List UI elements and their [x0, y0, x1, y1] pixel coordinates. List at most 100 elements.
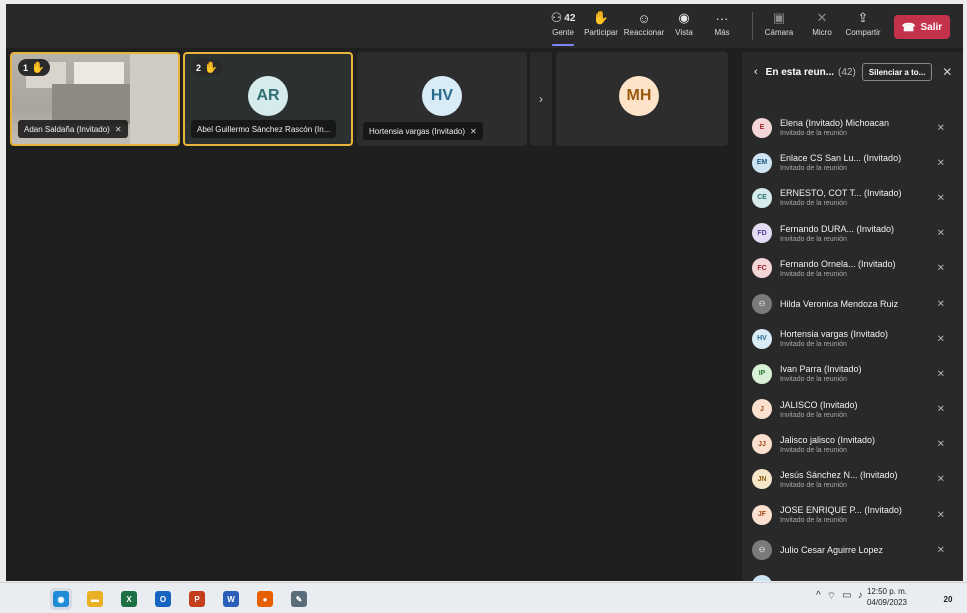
avatar: JF	[752, 504, 772, 525]
meeting-toolbar: ⚇ 42 Gente ✋ Participar ☺ Reaccionar ◉ Vi…	[6, 4, 963, 48]
mic-off-icon: ⨯	[936, 438, 945, 450]
more-participants-chevron[interactable]: ›	[530, 52, 552, 146]
taskbar-app-edge[interactable]: ◉	[50, 588, 72, 610]
taskbar-app-firefox[interactable]: ●	[254, 588, 276, 610]
leave-button[interactable]: ☎ Salir	[894, 15, 950, 39]
close-icon[interactable]: ✕	[942, 65, 952, 79]
view-button[interactable]: ◉ Vista	[672, 8, 696, 46]
participant-role: Invitado de la reunión	[780, 270, 847, 278]
participant-role: Invitado de la reunión	[780, 130, 847, 138]
participant-name: Elena (Invitado) Michoacan	[780, 118, 890, 129]
camera-button[interactable]: ▣ Cámara	[764, 8, 794, 46]
participant-role: Invitado de la reunión	[780, 411, 847, 419]
participant-name: Jesús Sánchez N... (Invitado)	[780, 469, 898, 480]
participant-role: Invitado de la reunión	[780, 341, 847, 349]
avatar: JJ	[752, 434, 772, 455]
participant-row[interactable]: CE ERNESTO, COT T... (Invitado) Invitado d…	[742, 180, 963, 215]
word-icon: W	[223, 591, 239, 607]
mic-off-icon: ⨯	[936, 262, 945, 274]
clock-date: 04/09/2023	[866, 598, 908, 607]
participant-name: Fernando Ornela... (Invitado)	[780, 258, 896, 269]
participant-row[interactable]: LC Lic. Fabiola carre... (Invitado) ⨯	[742, 567, 963, 581]
people-icon: ⚇	[550, 10, 563, 25]
camera-label: Cámara	[764, 28, 794, 37]
participant-role: Invitado de la reunión	[780, 200, 847, 208]
mic-off-icon: ⨯	[936, 403, 945, 415]
outlook-icon: O	[155, 591, 171, 607]
participant-info: JOSE ENRIQUE P... (Invitado) Invitado de …	[780, 505, 930, 524]
wifi-icon[interactable]: ⌔	[827, 590, 836, 603]
participant-row[interactable]: HV Hortensia vargas (Invitado) Invitado de…	[742, 321, 963, 356]
leave-label: Salir	[920, 21, 943, 33]
share-label: Compartir	[845, 28, 881, 37]
clock[interactable]: 12:50 p. m. 04/09/2023	[856, 586, 918, 608]
excel-icon: X	[121, 591, 137, 607]
avatar: IP	[752, 363, 772, 384]
participant-info: Julio Cesar Aguirre Lopez	[780, 545, 930, 555]
taskbar-app-word[interactable]: W	[220, 588, 242, 610]
mic-off-icon: ⨯	[936, 192, 945, 204]
taskbar-app-excel[interactable]: X	[118, 588, 140, 610]
participant-role: Invitado de la reunión	[780, 446, 847, 454]
participant-row[interactable]: IP Ivan Parra (Invitado) Invitado de la re…	[742, 356, 963, 391]
participant-row[interactable]: JJ Jalisco jalisco (Invitado) Invitado de …	[742, 427, 963, 462]
participant-info: Hilda Veronica Mendoza Ruiz	[780, 299, 930, 309]
share-button[interactable]: ⇪ Compartir	[844, 8, 882, 46]
view-icon: ◉	[678, 10, 690, 25]
participant-name: Jalisco jalisco (Invitado)	[780, 434, 876, 445]
taskbar-app-paint[interactable]: ✎	[288, 588, 310, 610]
participant-role: Invitado de la reunión	[780, 376, 847, 384]
participant-tile-3[interactable]: HV Hortensia vargas (Invitado) ✕	[357, 52, 527, 146]
participant-row[interactable]: FC Fernando Ornela... (Invitado) Invitado …	[742, 251, 963, 286]
mic-off-icon: ⨯	[936, 368, 945, 380]
react-button[interactable]: ☺ Reaccionar	[622, 8, 666, 46]
more-button[interactable]: ··· Más	[712, 8, 732, 46]
participant-tile-4[interactable]: MH	[556, 52, 728, 146]
taskbar-app-powerpoint[interactable]: P	[186, 588, 208, 610]
participant-tile-2[interactable]: 2 ✋ AR Abel Guillermo Sánchez Rascón (In.…	[183, 52, 353, 146]
raise-hand-icon: ✋	[204, 62, 218, 74]
toolbar-divider	[752, 12, 753, 40]
avatar: CE	[752, 187, 772, 208]
chevron-up-icon[interactable]: ^	[816, 590, 821, 603]
participant-name: Enlace CS San Lu... (Invitado)	[780, 153, 902, 164]
participant-role: Invitado de la reunión	[780, 481, 847, 489]
participant-row[interactable]: ⚇ Julio Cesar Aguirre Lopez ⨯	[742, 532, 963, 567]
participant-row[interactable]: ⚇ Hilda Veronica Mendoza Ruiz ⨯	[742, 286, 963, 321]
mic-off-icon: ⨯	[936, 544, 945, 556]
participant-row[interactable]: JF JOSE ENRIQUE P... (Invitado) Invitado d…	[742, 497, 963, 532]
chevron-right-icon: ›	[539, 92, 543, 106]
notification-center-button[interactable]: 20	[937, 589, 959, 609]
display-icon[interactable]: ▭	[842, 590, 851, 603]
participant-name: Hortensia vargas (Invitado)	[780, 329, 889, 340]
participant-row[interactable]: E Elena (Invitado) Michoacan Invitado de l…	[742, 110, 963, 145]
camera-off-icon: ▣	[772, 10, 786, 25]
participant-role: Invitado de la reunión	[780, 517, 847, 525]
participant-info: Hortensia vargas (Invitado) Invitado de l…	[780, 329, 930, 348]
avatar: AR	[248, 76, 288, 116]
participant-row[interactable]: J JALISCO (Invitado) Invitado de la reunió…	[742, 392, 963, 427]
mic-button[interactable]: ✕ Micro	[810, 8, 834, 46]
avatar: MH	[619, 76, 659, 116]
people-label: Gente	[552, 28, 574, 37]
participant-row[interactable]: FD Fernando DURA... (Invitado) Invitado de…	[742, 216, 963, 251]
firefox-icon: ●	[257, 591, 273, 607]
participate-button[interactable]: ✋ Participar	[582, 8, 620, 46]
people-button[interactable]: ⚇ 42 Gente	[548, 8, 578, 46]
participant-tile-1[interactable]: 1 ✋ Adan Saldaña (Invitado) ✕	[10, 52, 180, 146]
taskbar-app-outlook[interactable]: O	[152, 588, 174, 610]
mic-off-icon: ⨯	[936, 298, 945, 310]
mic-off-icon: ⨯	[936, 157, 945, 169]
notification-count: 20	[943, 594, 953, 604]
mute-all-button[interactable]: Silenciar a to...	[861, 63, 933, 81]
back-chevron-icon[interactable]: ‹	[754, 66, 758, 78]
mic-label: Micro	[812, 28, 832, 37]
participant-row[interactable]: EM Enlace CS San Lu... (Invitado) Invitado…	[742, 145, 963, 180]
participant-info: Ivan Parra (Invitado) Invitado de la reun…	[780, 364, 930, 383]
participant-row[interactable]: JN Jesús Sánchez N... (Invitado) Invitado …	[742, 462, 963, 497]
participant-name-label: Adan Saldaña (Invitado) ✕	[18, 120, 128, 138]
participant-name-label: Hortensia vargas (Invitado) ✕	[363, 122, 483, 140]
file-explorer-icon: ▬	[87, 591, 103, 607]
taskbar-app-file-explorer[interactable]: ▬	[84, 588, 106, 610]
hang-up-icon: ☎	[901, 21, 916, 34]
